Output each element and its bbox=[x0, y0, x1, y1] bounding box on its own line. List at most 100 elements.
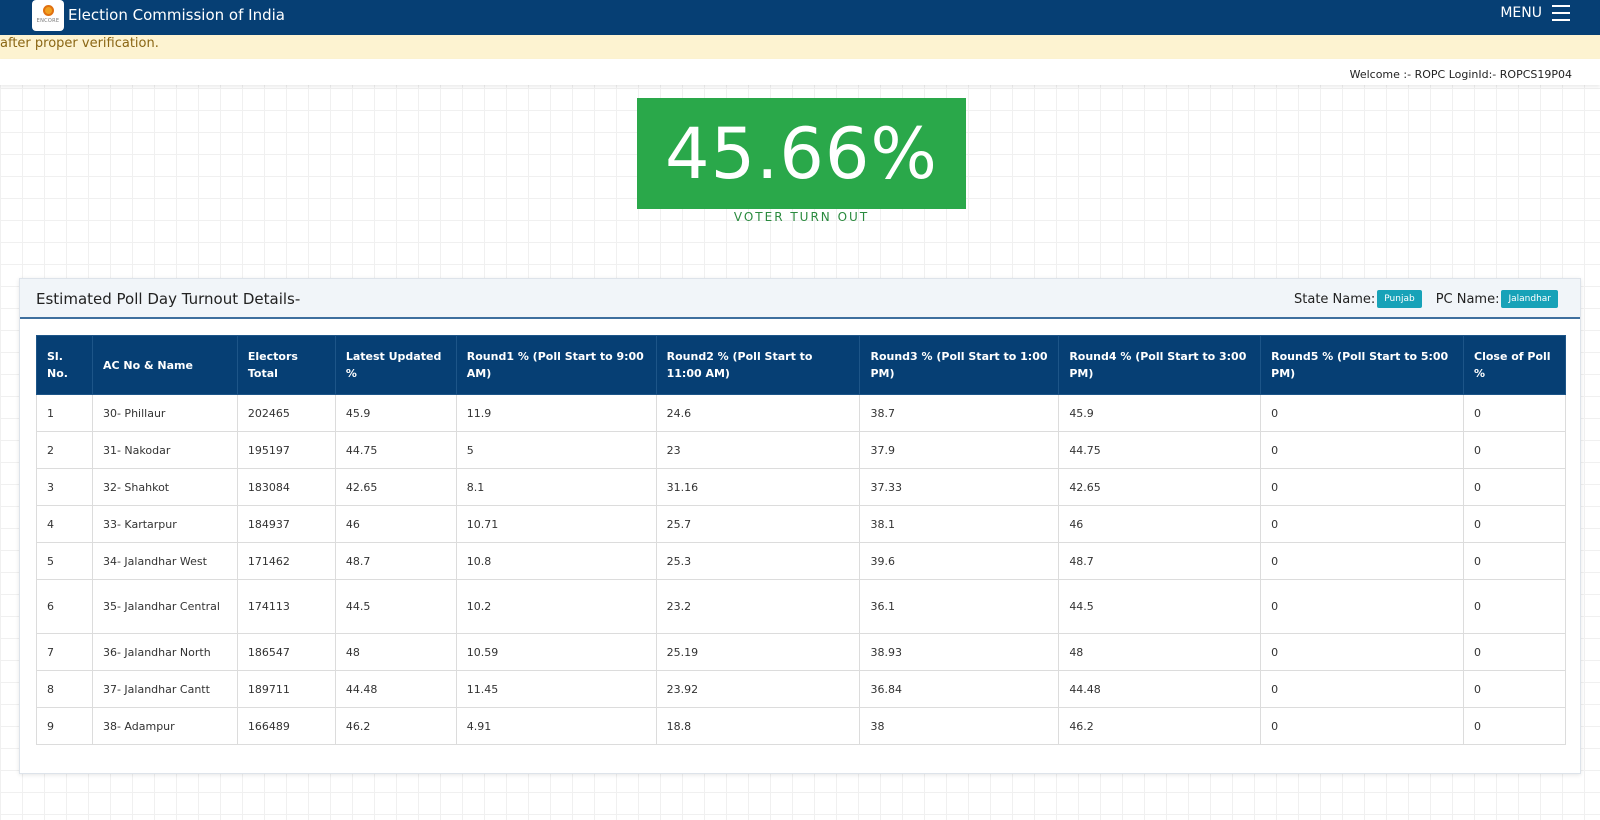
table-cell: 31- Nakodar bbox=[91, 431, 238, 469]
table-row: 1 30- Phillaur 202465 45.9 11.9 24.6 38.7 45.9 0… bbox=[36, 394, 1566, 432]
column-header[interactable]: Round2 % (Poll Start to 11:00 AM) bbox=[655, 335, 861, 395]
table-cell: 46.2 bbox=[334, 707, 457, 745]
table-cell: 44.5 bbox=[1058, 579, 1262, 634]
table-cell: 2 bbox=[36, 431, 93, 469]
panel-title: Estimated Poll Day Turnout Details- bbox=[36, 290, 301, 308]
column-header[interactable]: Latest Updated % bbox=[334, 335, 457, 395]
table-cell: 32- Shahkot bbox=[91, 468, 238, 506]
table-cell: 166489 bbox=[236, 707, 336, 745]
notice-text: after proper verification. bbox=[0, 36, 159, 51]
table-cell: 23 bbox=[655, 431, 861, 469]
table-header-row: Sl. No. AC No & Name Electors Total Late… bbox=[36, 335, 1566, 395]
column-header[interactable]: Round1 % (Poll Start to 9:00 AM) bbox=[455, 335, 657, 395]
table-cell: 0 bbox=[1463, 394, 1566, 432]
table-row: 5 34- Jalandhar West 171462 48.7 10.8 25.3 39.… bbox=[36, 542, 1566, 580]
notice-banner: after proper verification. bbox=[0, 35, 1600, 59]
table-cell: 45.9 bbox=[334, 394, 457, 432]
table-cell: 0 bbox=[1260, 670, 1464, 708]
table-cell: 0 bbox=[1463, 431, 1566, 469]
table-cell: 44.75 bbox=[1058, 431, 1262, 469]
table-cell: 42.65 bbox=[1058, 468, 1262, 506]
table-cell: 35- Jalandhar Central bbox=[91, 579, 238, 634]
column-header[interactable]: Round5 % (Poll Start to 5:00 PM) bbox=[1260, 335, 1464, 395]
table-cell: 202465 bbox=[236, 394, 336, 432]
panel-meta: State Name: Punjab PC Name: Jalandhar bbox=[1294, 290, 1558, 308]
table-cell: 46 bbox=[1058, 505, 1262, 543]
table-cell: 36.84 bbox=[859, 670, 1060, 708]
table-row: 7 36- Jalandhar North 186547 48 10.59 25.19 38… bbox=[36, 633, 1566, 671]
table-cell: 0 bbox=[1463, 707, 1566, 745]
table-cell: 6 bbox=[36, 579, 93, 634]
column-header[interactable]: Electors Total bbox=[236, 335, 336, 395]
table-cell: 46.2 bbox=[1058, 707, 1262, 745]
table-cell: 46 bbox=[334, 505, 457, 543]
hamburger-icon[interactable] bbox=[1552, 4, 1570, 22]
column-header[interactable]: Round4 % (Poll Start to 3:00 PM) bbox=[1058, 335, 1262, 395]
pc-name-badge: Jalandhar bbox=[1501, 290, 1558, 308]
table-cell: 38.93 bbox=[859, 633, 1060, 671]
table-cell: 11.45 bbox=[455, 670, 657, 708]
table-cell: 39.6 bbox=[859, 542, 1060, 580]
table-cell: 18.8 bbox=[655, 707, 861, 745]
table-row: 2 31- Nakodar 195197 44.75 5 23 37.9 44.75 0 0 bbox=[36, 431, 1566, 469]
table-cell: 4.91 bbox=[455, 707, 657, 745]
table-cell: 186547 bbox=[236, 633, 336, 671]
table-cell: 195197 bbox=[236, 431, 336, 469]
table-cell: 10.8 bbox=[455, 542, 657, 580]
table-cell: 38- Adampur bbox=[91, 707, 238, 745]
table-cell: 0 bbox=[1260, 542, 1464, 580]
encore-logo[interactable]: ENCORE bbox=[32, 0, 64, 31]
table-cell: 3 bbox=[36, 468, 93, 506]
top-navbar: ENCORE Election Commission of India MENU bbox=[0, 0, 1600, 35]
table-cell: 45.9 bbox=[1058, 394, 1262, 432]
menu-button[interactable]: MENU bbox=[1500, 4, 1570, 22]
table-cell: 10.71 bbox=[455, 505, 657, 543]
panel-header: Estimated Poll Day Turnout Details- Stat… bbox=[20, 279, 1580, 319]
table-cell: 23.92 bbox=[655, 670, 861, 708]
state-name-label: State Name: bbox=[1294, 291, 1376, 307]
column-header[interactable]: Close of Poll % bbox=[1463, 335, 1566, 395]
column-header[interactable]: Round3 % (Poll Start to 1:00 PM) bbox=[859, 335, 1060, 395]
table-cell: 48.7 bbox=[1058, 542, 1262, 580]
table-cell: 48.7 bbox=[334, 542, 457, 580]
table-cell: 189711 bbox=[236, 670, 336, 708]
table-cell: 5 bbox=[455, 431, 657, 469]
voter-turnout-label: VOTER TURN OUT bbox=[733, 210, 870, 224]
voter-turnout-value: 45.66% bbox=[637, 98, 966, 209]
table-cell: 183084 bbox=[236, 468, 336, 506]
table-cell: 8.1 bbox=[455, 468, 657, 506]
table-cell: 0 bbox=[1260, 633, 1464, 671]
table-cell: 10.59 bbox=[455, 633, 657, 671]
menu-label: MENU bbox=[1500, 5, 1542, 21]
state-name-badge: Punjab bbox=[1377, 290, 1422, 308]
table-cell: 25.3 bbox=[655, 542, 861, 580]
table-cell: 8 bbox=[36, 670, 93, 708]
table-cell: 36- Jalandhar North bbox=[91, 633, 238, 671]
table-cell: 0 bbox=[1463, 633, 1566, 671]
pc-name-label: PC Name: bbox=[1435, 291, 1500, 307]
table-cell: 0 bbox=[1463, 542, 1566, 580]
table-cell: 0 bbox=[1463, 468, 1566, 506]
table-cell: 38.1 bbox=[859, 505, 1060, 543]
table-cell: 42.65 bbox=[334, 468, 457, 506]
table-cell: 30- Phillaur bbox=[91, 394, 238, 432]
table-cell: 10.2 bbox=[455, 579, 657, 634]
table-cell: 38.7 bbox=[859, 394, 1060, 432]
table-cell: 31.16 bbox=[655, 468, 861, 506]
table-cell: 25.19 bbox=[655, 633, 861, 671]
welcome-text: Welcome :- ROPC LoginId:- ROPCS19P04 bbox=[1349, 68, 1572, 81]
table-cell: 24.6 bbox=[655, 394, 861, 432]
column-header[interactable]: AC No & Name bbox=[91, 335, 238, 395]
table-cell: 184937 bbox=[236, 505, 336, 543]
table-row: 6 35- Jalandhar Central 174113 44.5 10.2 23.2… bbox=[36, 579, 1566, 634]
table-cell: 37- Jalandhar Cantt bbox=[91, 670, 238, 708]
table-cell: 7 bbox=[36, 633, 93, 671]
welcome-bar: Welcome :- ROPC LoginId:- ROPCS19P04 bbox=[0, 59, 1600, 85]
turnout-table: Sl. No. AC No & Name Electors Total Late… bbox=[36, 335, 1566, 745]
table-cell: 0 bbox=[1260, 707, 1464, 745]
table-cell: 0 bbox=[1260, 468, 1464, 506]
table-cell: 23.2 bbox=[655, 579, 861, 634]
column-header[interactable]: Sl. No. bbox=[36, 335, 93, 395]
table-cell: 1 bbox=[36, 394, 93, 432]
table-cell: 0 bbox=[1260, 579, 1464, 634]
